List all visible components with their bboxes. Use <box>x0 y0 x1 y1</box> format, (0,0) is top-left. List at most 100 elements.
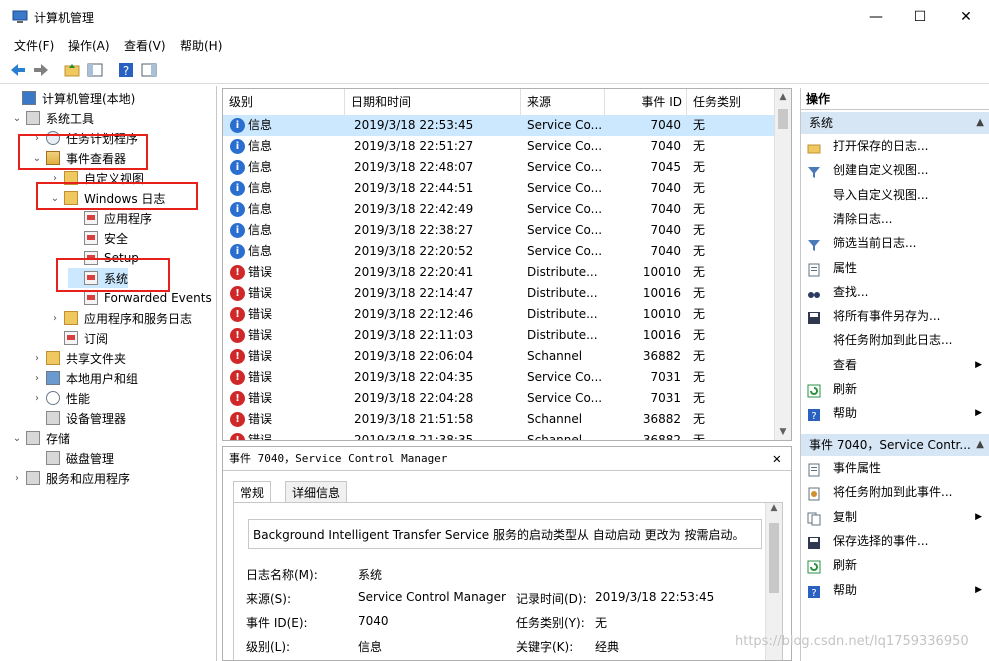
logged-value: 2019/3/18 22:53:45 <box>595 590 715 604</box>
tree-item-device-manager[interactable]: 设备管理器 <box>30 408 126 428</box>
tree-item-application-log[interactable]: 应用程序 <box>68 208 152 228</box>
column-header-source[interactable]: 来源 <box>521 89 605 115</box>
table-row[interactable]: i 信息 2019/3/18 22:20:52 Service Co... 7040 无 <box>223 241 775 262</box>
action-item[interactable]: ? 帮助 ▶ <box>801 401 989 425</box>
table-row[interactable]: i 信息 2019/3/18 22:53:45 Service Co... 7040 无 <box>223 115 775 136</box>
action-item[interactable]: 事件属性 <box>801 456 989 480</box>
action-item[interactable]: 刷新 <box>801 553 989 577</box>
properties-icon <box>807 261 821 276</box>
table-row[interactable]: ! 错误 2019/3/18 21:51:58 Schannel 36882 无 <box>223 409 775 430</box>
tree-label: 安全 <box>104 231 129 246</box>
tree-item-performance[interactable]: › 性能 <box>30 388 90 408</box>
table-row[interactable]: !错误 2019/3/18 21:38:35 Schannel 36882 无 <box>223 430 775 440</box>
tree-item-local-users[interactable]: › 本地用户和组 <box>30 368 138 388</box>
chevron-right-icon[interactable]: › <box>30 393 44 404</box>
tree-item-storage[interactable]: ⌄ 存储 <box>10 428 70 448</box>
table-row[interactable]: i 信息 2019/3/18 22:38:27 Service Co... 7040 无 <box>223 220 775 241</box>
table-row[interactable]: i 信息 2019/3/18 22:44:51 Service Co... 7040 无 <box>223 178 775 199</box>
log-icon <box>84 211 100 225</box>
cell-level: 错误 <box>248 412 273 426</box>
action-label: 清除日志... <box>833 211 893 226</box>
action-item[interactable]: 复制 ▶ <box>801 505 989 529</box>
detail-scroll-up-icon[interactable]: ▲ <box>766 503 782 513</box>
scroll-down-arrow-icon[interactable]: ▼ <box>775 424 791 440</box>
collapse-icon[interactable]: ▲ <box>976 112 984 134</box>
scroll-up-arrow-icon[interactable]: ▲ <box>775 89 791 105</box>
action-item[interactable]: 将任务附加到此日志... <box>801 328 989 352</box>
tree-item-computer-management[interactable]: 计算机管理(本地) <box>6 88 135 108</box>
table-row[interactable]: ! 错误 2019/3/18 22:12:46 Distribute... 10010 无 <box>223 304 775 325</box>
tree-item-app-service-logs[interactable]: › 应用程序和服务日志 <box>48 308 192 328</box>
action-item[interactable]: 打开保存的日志... <box>801 134 989 158</box>
collapse-icon[interactable]: ▲ <box>976 434 984 456</box>
action-item[interactable]: 创建自定义视图... <box>801 158 989 182</box>
up-folder-icon[interactable] <box>63 61 81 79</box>
menu-help[interactable]: 帮助(H) <box>180 37 222 54</box>
actions-section-event[interactable]: 事件 7040，Service Contr... ▲ <box>801 434 989 456</box>
chevron-right-icon[interactable]: › <box>30 353 44 364</box>
save-icon <box>807 534 821 549</box>
table-row[interactable]: i 信息 2019/3/18 22:51:27 Service Co... 7040 无 <box>223 136 775 157</box>
tab-details[interactable]: 详细信息 <box>285 481 348 503</box>
show-hide-tree-icon[interactable] <box>86 61 104 79</box>
action-item[interactable]: 导入自定义视图... <box>801 183 989 207</box>
action-item[interactable]: 刷新 <box>801 377 989 401</box>
tree-item-shared-folders[interactable]: › 共享文件夹 <box>30 348 126 368</box>
close-button[interactable]: ✕ <box>943 0 989 34</box>
tree-item-security-log[interactable]: 安全 <box>68 228 128 248</box>
column-header-level[interactable]: 级别 <box>223 89 345 115</box>
source-value: Service Control Manager <box>358 590 506 604</box>
table-row[interactable]: ! 错误 2019/3/18 22:04:28 Service Co... 7031 无 <box>223 388 775 409</box>
event-description[interactable]: Background Intelligent Transfer Service … <box>248 519 762 549</box>
table-row[interactable]: ! 错误 2019/3/18 22:04:35 Service Co... 7031 无 <box>223 367 775 388</box>
action-item[interactable]: ? 帮助 ▶ <box>801 578 989 602</box>
column-header-datetime[interactable]: 日期和时间 <box>345 89 521 115</box>
scroll-thumb[interactable] <box>778 109 788 129</box>
maximize-button[interactable]: ☐ <box>897 0 943 34</box>
tree-item-disk-management[interactable]: 磁盘管理 <box>30 448 114 468</box>
cell-task-category: 无 <box>693 349 706 363</box>
menu-view[interactable]: 查看(V) <box>124 37 166 54</box>
action-item[interactable]: 将任务附加到此事件... <box>801 480 989 504</box>
action-label: 筛选当前日志... <box>833 236 917 251</box>
action-item[interactable]: 筛选当前日志... <box>801 231 989 255</box>
action-item[interactable]: 属性 <box>801 256 989 280</box>
chevron-down-icon[interactable]: ⌄ <box>10 433 24 444</box>
table-row[interactable]: ! 错误 2019/3/18 22:20:41 Distribute... 10010 无 <box>223 262 775 283</box>
column-header-event-id[interactable]: 事件 ID <box>605 89 687 115</box>
action-item[interactable]: 保存选择的事件... <box>801 529 989 553</box>
chevron-down-icon[interactable]: ⌄ <box>10 113 24 124</box>
action-item[interactable]: 查看 ▶ <box>801 353 989 377</box>
help-icon[interactable]: ? <box>117 61 135 79</box>
action-label: 刷新 <box>833 558 858 573</box>
tab-general[interactable]: 常规 <box>233 481 272 503</box>
table-row[interactable]: ! 错误 2019/3/18 22:14:47 Distribute... 10016 无 <box>223 283 775 304</box>
action-item[interactable]: 清除日志... <box>801 207 989 231</box>
action-item[interactable]: 查找... <box>801 280 989 304</box>
minimize-button[interactable]: — <box>853 0 899 34</box>
table-row[interactable]: ! 错误 2019/3/18 22:11:03 Distribute... 10016 无 <box>223 325 775 346</box>
services-icon <box>26 471 42 485</box>
detail-scroll-thumb[interactable] <box>769 523 779 593</box>
table-row[interactable]: i 信息 2019/3/18 22:48:07 Service Co... 7045 无 <box>223 157 775 178</box>
tree-item-system-tools[interactable]: ⌄ 系统工具 <box>10 108 94 128</box>
actions-section-system[interactable]: 系统 ▲ <box>801 112 989 134</box>
table-row[interactable]: i 信息 2019/3/18 22:42:49 Service Co... 7040 无 <box>223 199 775 220</box>
table-row[interactable]: ! 错误 2019/3/18 22:06:04 Schannel 36882 无 <box>223 346 775 367</box>
chevron-right-icon[interactable]: › <box>10 473 24 484</box>
action-item[interactable]: 将所有事件另存为... <box>801 304 989 328</box>
menu-file[interactable]: 文件(F) <box>14 37 54 54</box>
column-header-task-category[interactable]: 任务类别 <box>687 89 775 115</box>
show-hide-action-pane-icon[interactable] <box>140 61 158 79</box>
forward-arrow-icon[interactable] <box>32 61 50 79</box>
chevron-right-icon[interactable]: › <box>30 373 44 384</box>
chevron-right-icon[interactable]: › <box>48 313 62 324</box>
filter-icon <box>807 236 821 252</box>
cell-level: 信息 <box>248 202 273 216</box>
detail-close-icon[interactable]: ✕ <box>773 447 781 471</box>
menu-action[interactable]: 操作(A) <box>68 37 110 54</box>
list-scrollbar[interactable]: ▲ ▼ <box>774 89 791 440</box>
tree-item-services-apps[interactable]: › 服务和应用程序 <box>10 468 130 488</box>
back-arrow-icon[interactable] <box>9 61 27 79</box>
tree-item-subscriptions[interactable]: 订阅 <box>48 328 108 348</box>
